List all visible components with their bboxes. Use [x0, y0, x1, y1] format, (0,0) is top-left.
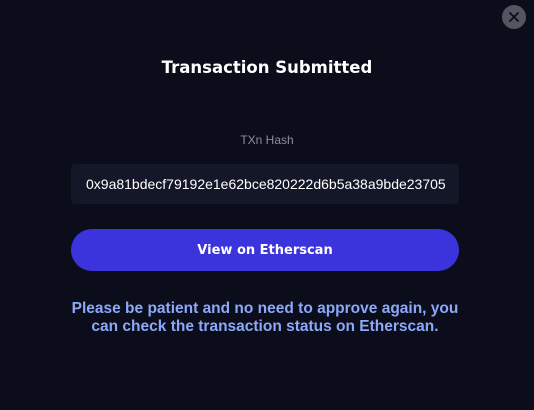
modal-title: Transaction Submitted: [161, 58, 373, 77]
hash-label: TXn Hash: [240, 133, 294, 147]
tx-hash-field[interactable]: [71, 164, 459, 204]
close-button[interactable]: [502, 5, 526, 29]
close-icon: [509, 12, 519, 22]
view-on-etherscan-button[interactable]: View on Etherscan: [71, 229, 459, 271]
patience-notice: Please be patient and no need to approve…: [71, 300, 459, 335]
transaction-submitted-modal: Transaction Submitted TXn Hash View on E…: [0, 0, 534, 410]
